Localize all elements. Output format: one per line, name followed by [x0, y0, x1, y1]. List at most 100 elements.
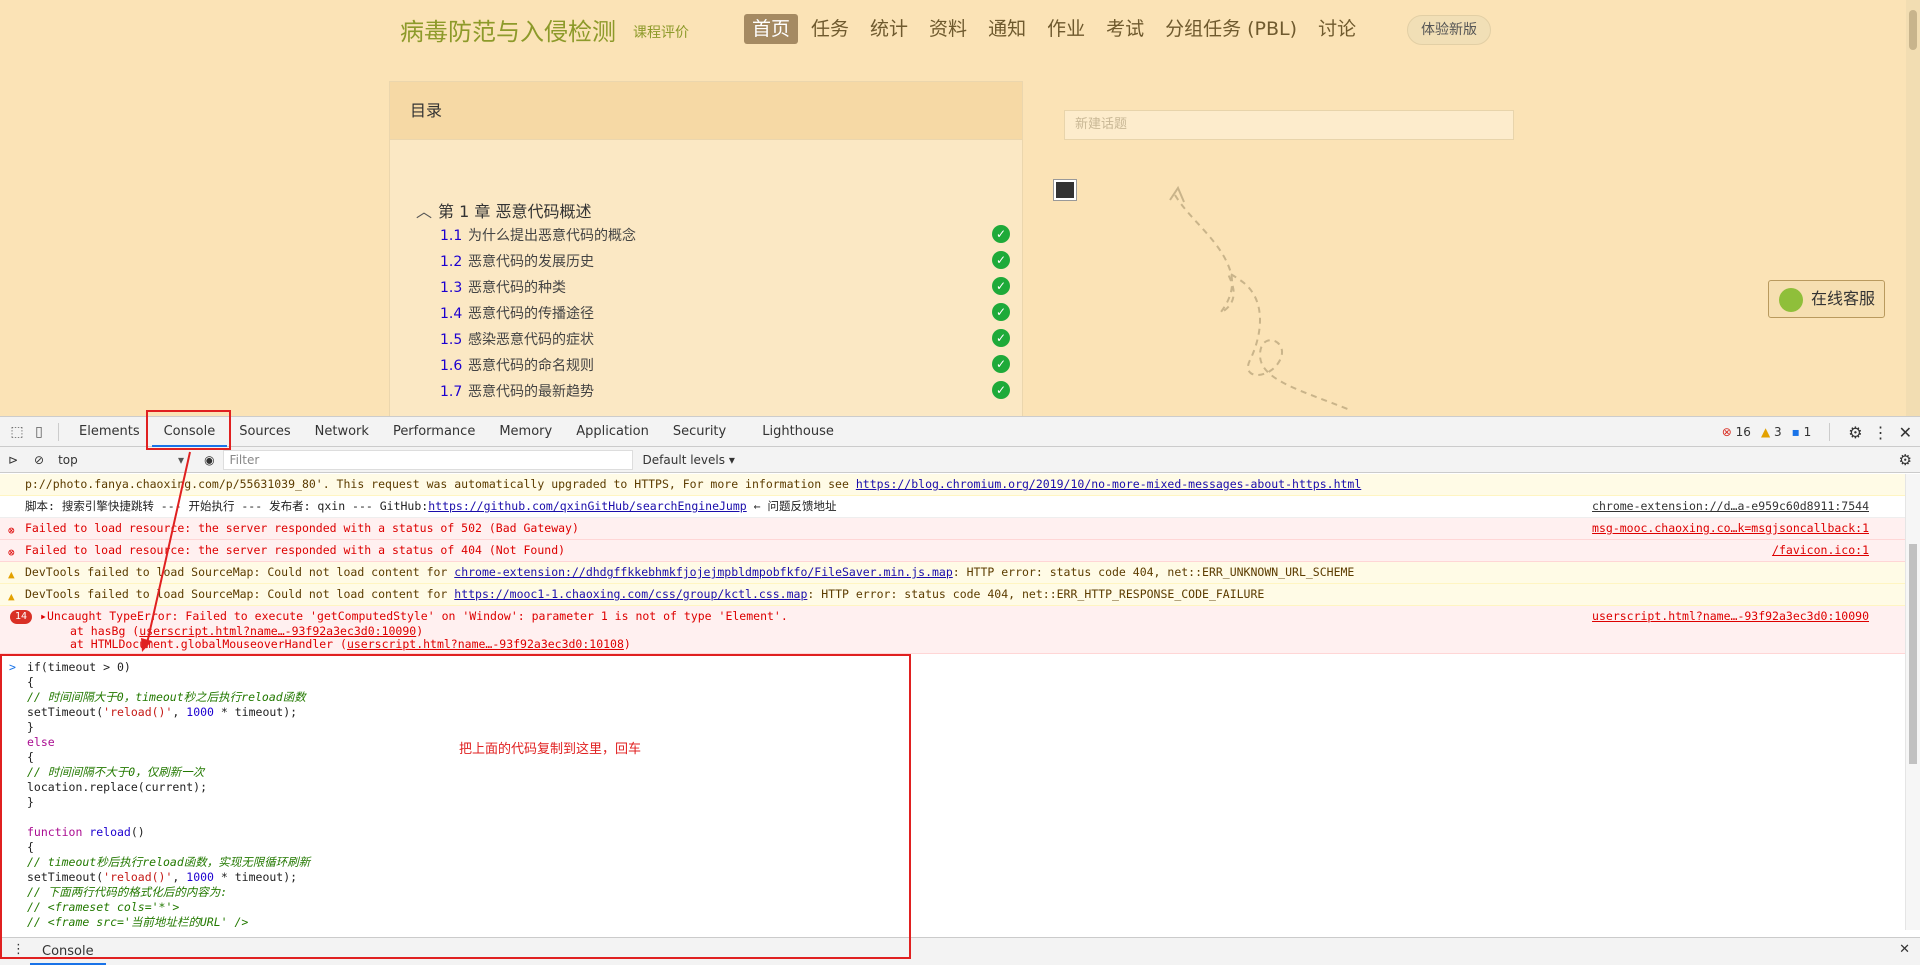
tab-sources[interactable]: Sources [227, 417, 302, 447]
section-item[interactable]: 1.4 恶意代码的传播途径 ✓ [440, 303, 1010, 323]
course-page: 病毒防范与入侵检测 课程评价 首页 任务 统计 资料 通知 作业 考试 分组任务… [0, 0, 1920, 416]
annotation-highlight-console-input [0, 654, 911, 959]
check-icon: ✓ [992, 381, 1010, 399]
annotation-note: 把上面的代码复制到这里，回车 [459, 742, 642, 757]
tab-memory[interactable]: Memory [487, 417, 564, 447]
levels-label: Default levels [642, 452, 725, 467]
check-icon: ✓ [992, 277, 1010, 295]
chevron-up-icon[interactable]: ︿ [416, 198, 432, 222]
message-source-link[interactable]: userscript.html?name…-93f92a3ec3d0:10090 [1592, 608, 1869, 625]
inspect-element-icon[interactable]: ⬚ [6, 417, 28, 447]
section-item[interactable]: 1.2 恶意代码的发展历史 ✓ [440, 251, 1010, 271]
message-link[interactable]: chrome-extension://dhdgffkkebhmkfjojejmp… [454, 565, 953, 579]
nav-pbl[interactable]: 分组任务 (PBL) [1157, 14, 1305, 44]
message-link[interactable]: https://mooc1-1.chaoxing.com/css/group/k… [454, 587, 807, 601]
scroll-thumb[interactable] [1909, 10, 1917, 50]
nav-materials[interactable]: 资料 [921, 14, 975, 44]
context-select[interactable]: top [50, 450, 190, 470]
course-eval-link[interactable]: 课程评价 [633, 22, 689, 42]
check-icon: ✓ [992, 329, 1010, 347]
section-title: 恶意代码的命名规则 [468, 358, 594, 374]
stack-link[interactable]: userscript.html?name…-93f92a3ec3d0:10090 [139, 624, 416, 638]
warning-count: 3 [1774, 425, 1782, 439]
console-settings-gear-icon[interactable]: ⚙ [1899, 451, 1912, 469]
tab-security[interactable]: Security [661, 417, 738, 447]
message-text: Failed to load resource: the server resp… [25, 543, 566, 557]
message-source-link[interactable]: msg-mooc.chaoxing.co…k=msgjsoncallback:1 [1592, 520, 1869, 537]
section-item[interactable]: 1.5 感染恶意代码的症状 ✓ [440, 329, 1010, 349]
section-item[interactable]: 1.6 恶意代码的命名规则 ✓ [440, 355, 1010, 375]
console-message: ⊗ Failed to load resource: the server re… [0, 540, 1905, 562]
online-service-button[interactable]: 在线客服 [1768, 280, 1885, 318]
image-icon[interactable] [1054, 180, 1076, 200]
error-icon: ⊗ [8, 546, 15, 559]
live-expression-eye-icon[interactable]: ◉ [204, 453, 214, 467]
info-icon: ▪ [1791, 425, 1800, 439]
error-icon: ⊗ [8, 524, 15, 537]
message-source-link[interactable]: chrome-extension://d…a-e959c60d8911:7544 [1592, 498, 1869, 515]
section-num: 1.1 [440, 228, 463, 244]
check-icon: ✓ [992, 225, 1010, 243]
message-text: DevTools failed to load SourceMap: Could… [25, 587, 455, 601]
section-item[interactable]: 1.3 恶意代码的种类 ✓ [440, 277, 1010, 297]
section-title: 为什么提出恶意代码的概念 [468, 228, 636, 244]
online-service-label: 在线客服 [1811, 289, 1876, 308]
tab-network[interactable]: Network [303, 417, 381, 447]
try-new-version-button[interactable]: 体验新版 [1407, 15, 1491, 45]
close-devtools-icon[interactable]: ✕ [1899, 423, 1912, 442]
nav-notices[interactable]: 通知 [980, 14, 1034, 44]
stack-link[interactable]: userscript.html?name…-93f92a3ec3d0:10108 [347, 637, 624, 651]
section-title: 恶意代码的种类 [468, 280, 566, 296]
console-scrollbar[interactable] [1905, 474, 1920, 930]
course-title[interactable]: 病毒防范与入侵检测 [400, 12, 616, 47]
message-link[interactable]: https://blog.chromium.org/2019/10/no-mor… [856, 477, 1361, 491]
sidebar-toggle-icon[interactable]: ⊳ [8, 453, 26, 467]
console-message[interactable]: 14 ▸Uncaught TypeError: Failed to execut… [0, 606, 1905, 654]
scroll-thumb[interactable] [1909, 544, 1917, 764]
chapter-1[interactable]: ︿ 第 1 章 恶意代码概述 [416, 198, 591, 222]
more-options-icon[interactable]: ⋮ [1873, 423, 1889, 442]
nav-home[interactable]: 首页 [744, 14, 799, 44]
error-count: 16 [1735, 425, 1751, 439]
section-title: 恶意代码的发展历史 [468, 254, 594, 270]
device-toolbar-icon[interactable]: ▯ [28, 417, 50, 447]
section-item[interactable]: 1.7 恶意代码的最新趋势 ✓ [440, 381, 1010, 401]
expand-triangle-icon[interactable]: ▸ [40, 609, 47, 623]
message-link[interactable]: https://github.com/qxinGitHub/searchEngi… [428, 499, 747, 513]
devtools-tabbar: ⬚ ▯ Elements Console Sources Network Per… [0, 417, 1920, 447]
new-topic-input[interactable]: 新建话题 [1064, 110, 1514, 140]
settings-gear-icon[interactable]: ⚙ [1848, 423, 1862, 442]
console-messages: p://photo.fanya.chaoxing.com/p/55631039_… [0, 474, 1905, 654]
page-scrollbar[interactable] [1906, 0, 1920, 416]
section-num: 1.3 [440, 280, 463, 296]
clear-console-icon[interactable]: ⊘ [34, 453, 44, 467]
issue-counters[interactable]: ⊗ 16 ▲ 3 ▪ 1 ⚙ ⋮ ✕ [1722, 417, 1912, 447]
message-text: 脚本: 搜索引擎快捷跳转 --- 开始执行 --- 发布者: qxin --- … [25, 499, 429, 513]
nav-homework[interactable]: 作业 [1039, 14, 1093, 44]
section-title: 恶意代码的最新趋势 [468, 384, 594, 400]
section-num: 1.5 [440, 332, 463, 348]
toc-header: 目录 [390, 82, 1022, 140]
message-source-link[interactable]: /favicon.ico:1 [1772, 542, 1869, 559]
nav-stats[interactable]: 统计 [862, 14, 916, 44]
tab-performance[interactable]: Performance [381, 417, 487, 447]
tab-elements[interactable]: Elements [67, 417, 152, 447]
console-message: ▲ DevTools failed to load SourceMap: Cou… [0, 562, 1905, 584]
nav-discussion[interactable]: 讨论 [1310, 14, 1364, 44]
message-text: : HTTP error: status code 404, net::ERR_… [807, 587, 1265, 601]
section-title: 恶意代码的传播途径 [468, 306, 594, 322]
section-item[interactable]: 1.1 为什么提出恶意代码的概念 ✓ [440, 225, 1010, 245]
filter-input[interactable]: Filter [222, 449, 633, 470]
tab-application[interactable]: Application [564, 417, 661, 447]
console-message: 脚本: 搜索引擎快捷跳转 --- 开始执行 --- 发布者: qxin --- … [0, 496, 1905, 518]
warning-icon: ▲ [1760, 425, 1771, 439]
nav-tasks[interactable]: 任务 [803, 14, 857, 44]
default-levels-dropdown[interactable]: Default levels ▾ [643, 453, 735, 467]
warning-icon: ▲ [8, 568, 15, 581]
nav-exams[interactable]: 考试 [1098, 14, 1152, 44]
console-message: ▲ DevTools failed to load SourceMap: Cou… [0, 584, 1905, 606]
stack-frame: at hasBg ( [70, 624, 140, 638]
tab-lighthouse[interactable]: Lighthouse [750, 417, 846, 447]
message-text: ← 问题反馈地址 [746, 499, 837, 513]
close-drawer-icon[interactable]: ✕ [1899, 942, 1910, 957]
